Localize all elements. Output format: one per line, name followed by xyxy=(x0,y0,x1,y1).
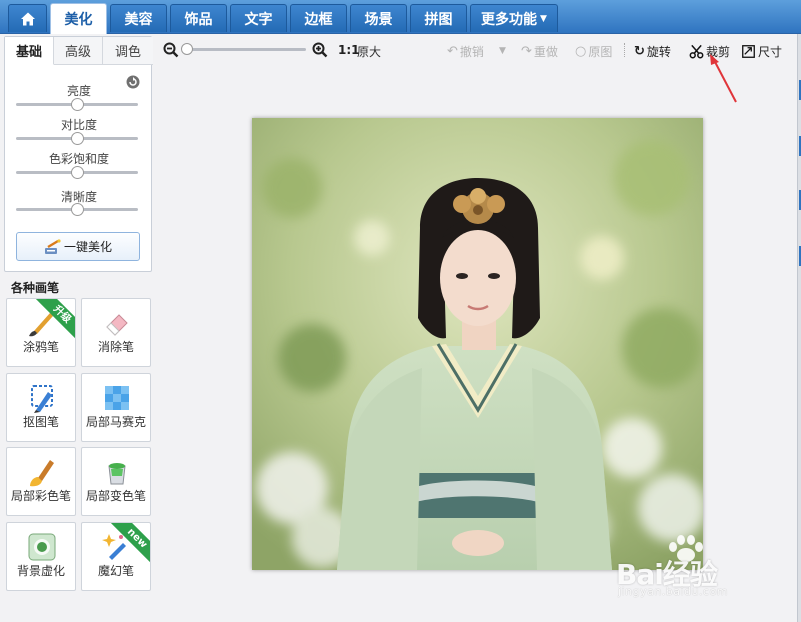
eraser-brush-label: 消除笔 xyxy=(97,340,134,354)
rotate-button[interactable]: ↻ 旋转 xyxy=(634,40,671,62)
more-functions-label: 更多功能 xyxy=(481,11,538,28)
rotate-icon: ↻ xyxy=(634,43,645,59)
resize-label: 尺寸 xyxy=(758,44,783,59)
portrait-photo xyxy=(252,118,703,570)
one-click-beautify-label: 一键美化 xyxy=(63,240,112,254)
doodle-brush-button[interactable]: 升级 涂鸦笔 xyxy=(6,298,76,367)
tab-beautify[interactable]: 美化 xyxy=(50,3,107,34)
tab-frame[interactable]: 边框 xyxy=(290,4,347,32)
tab-collage[interactable]: 拼图 xyxy=(410,4,467,32)
tab-accessories[interactable]: 饰品 xyxy=(170,4,227,32)
original-size-button[interactable]: 原大 xyxy=(357,43,381,60)
more-functions-dropdown[interactable]: 更多功能 ▼ xyxy=(470,4,558,32)
mosaic-brush-label: 局部马赛克 xyxy=(85,415,146,429)
original-image-button[interactable]: ○ 原图 xyxy=(575,40,612,62)
zoom-slider-track[interactable] xyxy=(186,48,306,51)
redo-button[interactable]: ↷ 重做 xyxy=(521,40,558,62)
magic-brush-label: 魔幻笔 xyxy=(97,564,134,578)
brushes-section-title: 各种画笔 xyxy=(11,281,60,295)
redo-label: 重做 xyxy=(533,44,558,59)
brightness-slider-handle[interactable] xyxy=(70,98,84,111)
home-button[interactable] xyxy=(8,4,47,32)
watermark-url: jingyan.baidu.com xyxy=(618,585,729,598)
zoom-slider-handle[interactable] xyxy=(181,43,193,55)
background-blur-label: 背景虚化 xyxy=(16,564,65,578)
redo-icon: ↷ xyxy=(521,43,532,59)
chevron-down-icon: ▼ xyxy=(499,46,506,56)
blur-icon xyxy=(28,533,56,561)
undo-icon: ↶ xyxy=(447,43,458,59)
sharpness-slider-handle[interactable] xyxy=(70,203,84,216)
tab-text[interactable]: 文字 xyxy=(230,4,287,32)
color-brush-label: 局部彩色笔 xyxy=(10,489,71,503)
annotation-arrow-icon xyxy=(710,54,737,103)
eraser-icon xyxy=(106,314,128,336)
tab-beauty[interactable]: 美容 xyxy=(110,4,167,32)
cutout-brush-label: 抠图笔 xyxy=(22,415,59,429)
cutout-brush-button[interactable]: 抠图笔 xyxy=(6,373,76,442)
mosaic-brush-button[interactable]: 局部马赛克 xyxy=(81,373,151,442)
tab-basic[interactable]: 基础 xyxy=(5,37,54,65)
contrast-label: 对比度 xyxy=(60,118,97,132)
tab-advanced[interactable]: 高级 xyxy=(54,37,103,65)
one-click-beautify-button[interactable]: 一键美化 xyxy=(16,232,140,261)
baidu-jingyan-watermark: Bai经验 jingyan.baidu.com xyxy=(612,533,792,603)
original-image-label: 原图 xyxy=(588,44,613,59)
tab-color-grading[interactable]: 调色 xyxy=(103,37,153,65)
resize-icon xyxy=(742,44,755,58)
recolor-brush-label: 局部变色笔 xyxy=(85,489,146,503)
top-menu-bar: 美化 美容 饰品 文字 边框 场景 拼图 更多功能 ▼ xyxy=(0,0,801,34)
magic-brush-button[interactable]: new 魔幻笔 xyxy=(81,522,151,591)
color-brush-icon xyxy=(30,460,54,487)
doodle-brush-label: 涂鸦笔 xyxy=(22,340,59,354)
cutout-pen-icon xyxy=(31,385,53,413)
toolbar-divider xyxy=(624,43,625,57)
magic-wand-icon xyxy=(44,238,61,254)
resize-button[interactable]: 尺寸 xyxy=(742,40,782,62)
undo-button[interactable]: ↶ 撤销 xyxy=(447,40,484,62)
basic-adjust-panel: 基础 高级 调色 亮度 对比度 色彩饱和度 清晰度 一键美化 xyxy=(4,36,153,272)
circle-icon: ○ xyxy=(575,43,587,59)
brightness-label: 亮度 xyxy=(66,84,91,98)
right-scroll-strip[interactable] xyxy=(797,34,801,622)
contrast-slider-handle[interactable] xyxy=(70,132,84,145)
eraser-brush-button[interactable]: 消除笔 xyxy=(81,298,151,367)
chevron-down-icon: ▼ xyxy=(540,13,547,24)
rotate-label: 旋转 xyxy=(646,44,671,59)
paint-bucket-icon xyxy=(108,463,126,485)
photo-canvas[interactable] xyxy=(252,118,703,570)
saturation-slider-handle[interactable] xyxy=(70,166,84,179)
tab-scene[interactable]: 场景 xyxy=(350,4,407,32)
scissors-icon xyxy=(689,44,704,58)
home-icon xyxy=(20,12,35,25)
color-brush-button[interactable]: 局部彩色笔 xyxy=(6,447,76,516)
saturation-label: 色彩饱和度 xyxy=(48,152,109,166)
undo-label: 撤销 xyxy=(459,44,484,59)
background-blur-button[interactable]: 背景虚化 xyxy=(6,522,76,591)
mosaic-icon xyxy=(105,386,129,410)
zoom-out-icon[interactable] xyxy=(163,42,179,58)
undo-history-dropdown[interactable]: ▼ xyxy=(499,40,506,62)
zoom-in-icon[interactable] xyxy=(312,42,328,58)
recolor-brush-button[interactable]: 局部变色笔 xyxy=(81,447,151,516)
